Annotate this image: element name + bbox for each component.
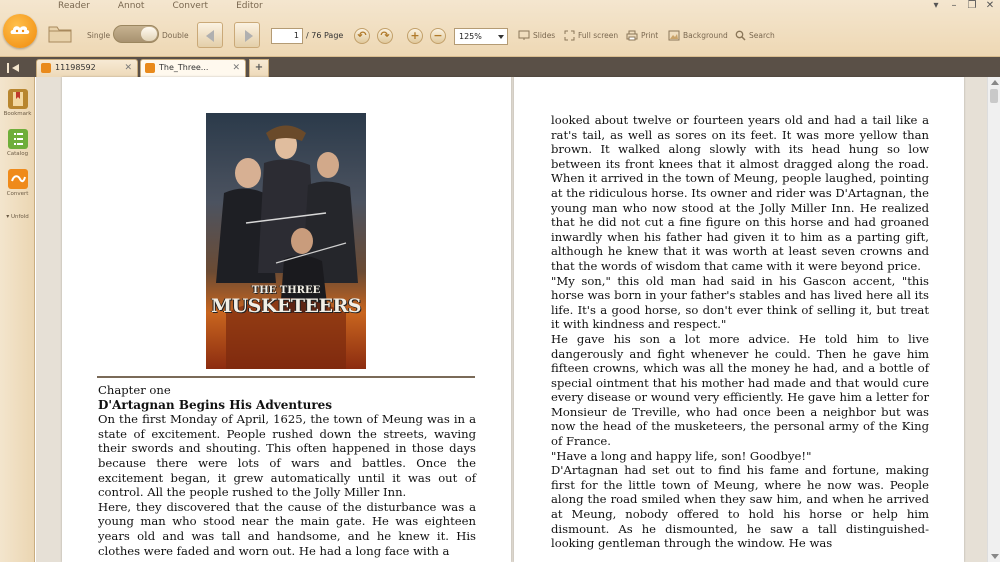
- print-button[interactable]: Print: [626, 30, 658, 41]
- menu-bar: Reader Annot Convert Editor: [40, 0, 273, 14]
- print-label: Print: [641, 31, 659, 40]
- double-view-label[interactable]: Double: [162, 31, 189, 40]
- paragraph: On the first Monday of April, 1625, the …: [98, 412, 476, 500]
- side-panel: Bookmark Catalog Convert ▾ Unfold: [0, 77, 35, 562]
- pdf-file-icon: [145, 63, 155, 73]
- scroll-up-icon[interactable]: [991, 80, 999, 85]
- sidebar-item-catalog[interactable]: Catalog: [0, 129, 35, 157]
- slides-label: Slides: [533, 30, 556, 40]
- search-label: Search: [749, 31, 775, 40]
- menu-annot[interactable]: Annot: [100, 0, 155, 14]
- menu-convert[interactable]: Convert: [154, 0, 218, 14]
- page-number-input[interactable]: 1: [271, 28, 303, 44]
- main-toolbar: Reader Annot Convert Editor ▾ – ❐ ✕ Sing…: [0, 0, 1000, 57]
- search-button[interactable]: Search: [735, 30, 775, 41]
- zoom-in-icon[interactable]: +: [407, 28, 423, 44]
- cover-title-line2: MUSKETEERS: [211, 295, 361, 317]
- previous-page-button[interactable]: [197, 22, 223, 48]
- sidebar-item-label: Convert: [6, 191, 29, 197]
- right-page-text: looked about twelve or fourteen years ol…: [551, 113, 929, 551]
- tab-label: 11198592: [55, 63, 96, 72]
- scroll-thumb[interactable]: [990, 89, 998, 103]
- chevron-down-icon: ▾: [6, 213, 10, 220]
- paragraph: D'Artagnan had set out to find his fame …: [551, 463, 929, 551]
- sidebar-item-convert[interactable]: Convert: [0, 169, 35, 197]
- pdf-file-icon: [41, 63, 51, 73]
- sidebar-item-bookmark[interactable]: Bookmark: [0, 89, 35, 117]
- window-controls: ▾ – ❐ ✕: [930, 0, 996, 11]
- printer-icon: [626, 30, 638, 41]
- view-mode-toggle[interactable]: [113, 25, 159, 43]
- chapter-divider: [97, 376, 475, 378]
- tab-document-1[interactable]: 11198592 ✕: [36, 59, 138, 77]
- collapse-sidebar-icon[interactable]: [6, 60, 22, 74]
- background-label: Background: [683, 31, 728, 40]
- page-total-label: / 76 Page: [306, 31, 344, 40]
- chapter-title: D'Artagnan Begins His Adventures: [98, 397, 333, 412]
- tab-bar: 11198592 ✕ The_Three... ✕ +: [0, 57, 1000, 77]
- bookmark-icon: [7, 89, 28, 109]
- left-page-text: Chapter one D'Artagnan Begins His Advent…: [98, 383, 476, 558]
- zoom-out-icon[interactable]: −: [430, 28, 446, 44]
- menu-reader[interactable]: Reader: [40, 0, 100, 14]
- minimize-button[interactable]: –: [948, 0, 960, 11]
- scroll-down-icon[interactable]: [991, 554, 999, 559]
- menu-editor[interactable]: Editor: [218, 0, 273, 14]
- book-cover-image: THE THREE MUSKETEERS: [206, 113, 366, 369]
- new-tab-button[interactable]: +: [249, 59, 269, 77]
- back-icon[interactable]: ↶: [354, 28, 370, 44]
- tab-document-2[interactable]: The_Three... ✕: [140, 59, 246, 77]
- app-logo-icon[interactable]: [3, 14, 37, 48]
- tab-label: The_Three...: [159, 63, 209, 72]
- paragraph: looked about twelve or fourteen years ol…: [551, 113, 929, 273]
- next-page-button[interactable]: [234, 22, 260, 48]
- paragraph: "Have a long and happy life, son! Goodby…: [551, 448, 812, 463]
- catalog-icon: [7, 129, 28, 149]
- single-view-label[interactable]: Single: [87, 31, 110, 40]
- close-tab-icon[interactable]: ✕: [124, 60, 132, 76]
- slides-button[interactable]: Slides: [518, 30, 555, 40]
- zoom-value: 125%: [459, 32, 482, 41]
- restore-button[interactable]: ❐: [966, 0, 978, 11]
- forward-icon[interactable]: ↷: [377, 28, 393, 44]
- open-folder-icon[interactable]: [48, 22, 72, 44]
- paragraph: "My son," this old man had said in his G…: [551, 273, 929, 332]
- paragraph: He gave his son a lot more advice. He to…: [551, 331, 929, 449]
- chevron-down-icon: [498, 35, 504, 39]
- sidebar-item-label: Catalog: [6, 151, 29, 157]
- convert-icon: [7, 169, 28, 189]
- background-button[interactable]: Background: [668, 30, 728, 41]
- window-menu-icon[interactable]: ▾: [930, 0, 942, 11]
- background-icon: [668, 30, 680, 41]
- chapter-label: Chapter one: [98, 383, 171, 397]
- arrow-left-icon: [206, 30, 214, 42]
- close-window-button[interactable]: ✕: [984, 0, 996, 11]
- zoom-select[interactable]: 125%: [454, 28, 508, 45]
- sidebar-item-label: Bookmark: [3, 111, 32, 117]
- fullscreen-button[interactable]: Full screen: [564, 30, 618, 41]
- fullscreen-label: Full screen: [578, 31, 619, 40]
- sidebar-item-unfold[interactable]: ▾ Unfold: [0, 213, 35, 220]
- slides-icon: [518, 30, 530, 40]
- fullscreen-icon: [564, 30, 575, 41]
- vertical-scrollbar[interactable]: [987, 77, 1000, 562]
- search-icon: [735, 30, 746, 41]
- cover-artwork: [216, 125, 358, 369]
- arrow-right-icon: [245, 30, 253, 42]
- toggle-knob: [141, 27, 157, 41]
- sidebar-item-label: Unfold: [10, 214, 29, 220]
- paragraph: Here, they discovered that the cause of …: [98, 499, 476, 558]
- close-tab-icon[interactable]: ✕: [232, 60, 240, 76]
